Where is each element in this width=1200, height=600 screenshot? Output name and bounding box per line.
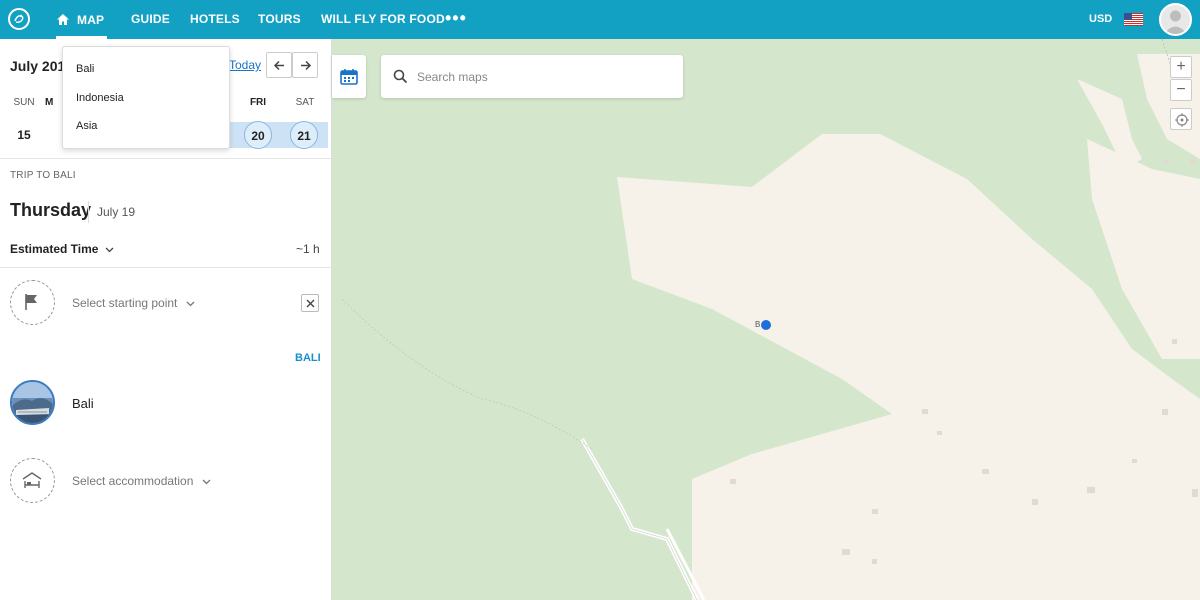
date-20[interactable]: 20 xyxy=(244,121,272,149)
day-name-fri: FRI xyxy=(249,97,267,108)
region-tag[interactable]: BALI xyxy=(295,352,321,364)
next-week-button[interactable] xyxy=(292,52,318,78)
place-name[interactable]: Bali xyxy=(72,396,94,411)
chevron-down-icon xyxy=(202,479,211,485)
logo-icon[interactable] xyxy=(8,8,30,30)
bed-icon xyxy=(22,472,42,488)
date-15[interactable]: 15 xyxy=(10,121,38,149)
arrow-left-icon xyxy=(273,60,284,71)
trip-label: TRIP TO BALI xyxy=(10,170,76,181)
nav-guide[interactable]: GUIDE xyxy=(131,0,170,39)
more-menu-button[interactable]: ••• xyxy=(445,0,467,39)
search-maps-input[interactable] xyxy=(417,67,667,87)
day-date: July 19 xyxy=(97,205,136,219)
date-21[interactable]: 21 xyxy=(290,121,318,149)
locate-me-button[interactable] xyxy=(1170,108,1192,130)
calendar-button[interactable] xyxy=(332,55,366,98)
search-icon xyxy=(393,69,408,84)
us-flag-icon[interactable] xyxy=(1124,13,1143,26)
calendar-icon xyxy=(340,69,358,85)
nav-will-fly-for-food[interactable]: WILL FLY FOR FOOD xyxy=(321,0,445,39)
home-icon xyxy=(57,13,69,25)
day-title: Thursday xyxy=(10,200,92,220)
estimated-time-label: Estimated Time xyxy=(10,242,99,256)
map-search-box xyxy=(381,55,683,98)
map-pin-label: B xyxy=(755,320,761,329)
chevron-down-icon xyxy=(105,247,114,253)
zoom-out-button[interactable]: − xyxy=(1170,79,1192,101)
bali-map-pin[interactable] xyxy=(761,320,771,330)
currency-selector[interactable]: USD xyxy=(1089,0,1112,39)
divider xyxy=(0,267,331,268)
dropdown-item-bali[interactable]: Bali xyxy=(76,63,94,75)
top-navigation-bar: MAP GUIDE HOTELS TOURS WILL FLY FOR FOOD… xyxy=(0,0,1200,39)
estimated-time-value: ~1 h xyxy=(296,242,320,256)
accommodation-slot[interactable] xyxy=(10,458,55,503)
nav-hotels[interactable]: HOTELS xyxy=(190,0,240,39)
select-accommodation-label: Select accommodation xyxy=(72,474,194,488)
select-starting-point[interactable]: Select starting point xyxy=(72,296,195,310)
crosshair-icon xyxy=(1175,113,1189,127)
divider xyxy=(0,158,331,159)
flag-icon xyxy=(25,294,37,310)
dropdown-item-indonesia[interactable]: Indonesia xyxy=(76,92,124,104)
user-avatar[interactable] xyxy=(1159,3,1192,36)
nav-map-label: MAP xyxy=(77,13,105,27)
dropdown-item-asia[interactable]: Asia xyxy=(76,120,97,132)
day-separator xyxy=(88,201,89,223)
starting-point-slot[interactable] xyxy=(10,280,55,325)
close-icon xyxy=(306,299,315,308)
estimated-time-toggle[interactable]: Estimated Time xyxy=(10,242,114,256)
day-name-sun: SUN xyxy=(13,97,35,108)
clear-starting-point-button[interactable] xyxy=(301,294,319,312)
place-dropdown-menu: Bali Indonesia Asia xyxy=(62,46,230,149)
nav-tours[interactable]: TOURS xyxy=(258,0,301,39)
arrow-right-icon xyxy=(301,60,312,71)
chevron-down-icon xyxy=(186,301,195,307)
nav-map[interactable]: MAP xyxy=(56,0,108,39)
zoom-in-button[interactable]: + xyxy=(1170,56,1192,78)
day-name-sat: SAT xyxy=(295,97,315,108)
bali-place-image[interactable] xyxy=(10,380,55,425)
today-link[interactable]: Today xyxy=(229,58,261,72)
select-accommodation[interactable]: Select accommodation xyxy=(72,474,211,488)
prev-week-button[interactable] xyxy=(266,52,292,78)
select-starting-point-label: Select starting point xyxy=(72,296,178,310)
